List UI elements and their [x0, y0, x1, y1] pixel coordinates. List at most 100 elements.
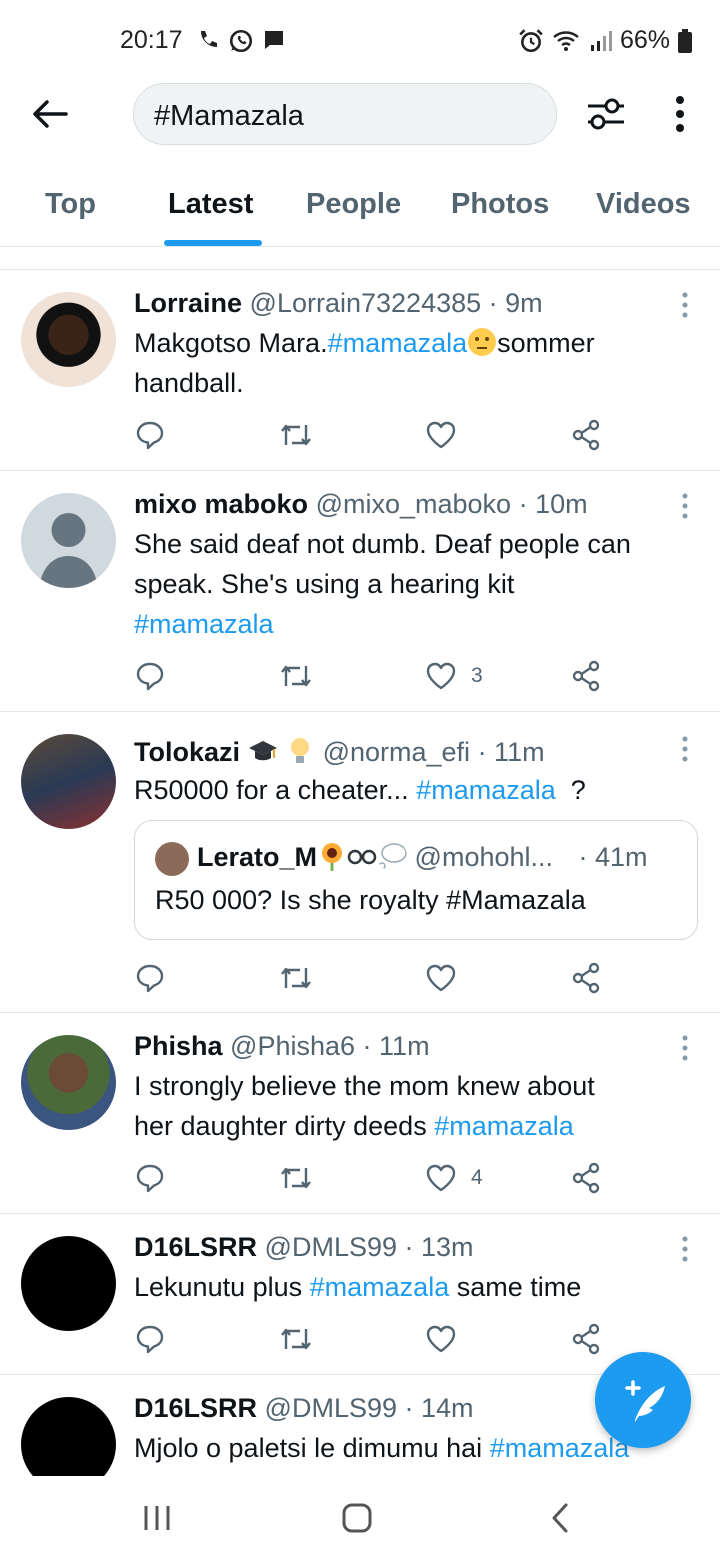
like-icon[interactable] [425, 419, 457, 451]
tweet-text-part: Lekunutu plus [134, 1272, 303, 1302]
tweet-author-name[interactable]: D16LSRR [134, 1232, 257, 1262]
avatar[interactable] [21, 734, 116, 829]
wifi-icon [553, 30, 579, 51]
tweet-menu-icon[interactable] [680, 1236, 690, 1262]
tweet-actions: 3 [134, 656, 614, 696]
tweet-text-part: handball. [134, 368, 244, 398]
reply-icon[interactable] [134, 1323, 166, 1355]
tweet-handle[interactable]: @DMLS99 [265, 1232, 397, 1262]
search-query: #Mamazala [154, 100, 304, 132]
tab-top[interactable]: Top [45, 188, 96, 221]
tweet-handle[interactable]: @Phisha6 [230, 1031, 355, 1061]
tweet-handle[interactable]: @DMLS99 [265, 1393, 397, 1423]
tweet[interactable]: Phisha @Phisha6 · 11m I strongly believe… [0, 1013, 720, 1213]
share-icon[interactable] [570, 1323, 602, 1355]
tweet-text-part: She said deaf not dumb. Deaf people can [134, 529, 631, 559]
tab-latest[interactable]: Latest [168, 188, 253, 221]
retweet-icon[interactable] [278, 1323, 314, 1355]
share-icon[interactable] [570, 419, 602, 451]
search-tabs: Top Latest People Photos Videos [0, 168, 720, 247]
avatar[interactable] [21, 1397, 116, 1476]
share-icon[interactable] [570, 660, 602, 692]
tweet-actions: 4 [134, 1158, 614, 1198]
filter-icon[interactable] [584, 94, 628, 134]
quote-handle: @mohohl... [414, 842, 554, 872]
tweet-time: · 11m [477, 737, 545, 767]
tweet[interactable]: D16LSRR @DMLS99 · 13m Lekunutu plus #mam… [0, 1214, 720, 1374]
avatar[interactable] [21, 292, 116, 387]
tab-photos[interactable]: Photos [451, 188, 549, 221]
like-icon[interactable] [425, 660, 457, 692]
recent-apps-icon[interactable] [142, 1504, 172, 1532]
quote-avatar [155, 841, 189, 876]
tweet-text-part: ? [570, 775, 586, 805]
share-icon[interactable] [570, 1162, 602, 1194]
wifi-call-icon [201, 31, 217, 47]
like-icon[interactable] [425, 962, 457, 994]
like-icon[interactable] [425, 1162, 457, 1194]
like-icon[interactable] [425, 1323, 457, 1355]
compose-tweet-button[interactable] [595, 1352, 691, 1448]
hashtag-link[interactable]: #mamazala [328, 328, 468, 358]
battery-percent: 66% [619, 26, 670, 54]
retweet-icon[interactable] [278, 962, 314, 994]
tweet-author-name[interactable]: D16LSRR [134, 1393, 257, 1423]
search-header: #Mamazala [0, 80, 720, 150]
tweet-text-part: same time [456, 1272, 582, 1302]
more-options-icon[interactable] [666, 94, 694, 134]
home-icon[interactable] [341, 1502, 373, 1534]
reply-icon[interactable] [134, 962, 166, 994]
tweet-time: · 11m [362, 1031, 430, 1061]
quote-time: · 41m [578, 842, 648, 872]
status-bar: 20:17 66% [0, 0, 720, 80]
tweet-handle[interactable]: @mixo_maboko [316, 489, 512, 519]
tweet[interactable]: mixo maboko @mixo_maboko · 10m She said … [0, 471, 720, 711]
tweet-menu-icon[interactable] [680, 493, 690, 519]
tweet[interactable]: Tolokazi @norma_efi · 11m R50000 for a c… [0, 712, 720, 1012]
share-icon[interactable] [570, 962, 602, 994]
tweet-menu-icon[interactable] [680, 292, 690, 318]
tab-videos[interactable]: Videos [596, 188, 691, 221]
tweet-text: Makgotso Mara.#mamazala sommer handball. [134, 323, 694, 403]
tweet-author-name[interactable]: Lorraine [134, 288, 242, 318]
hashtag-link[interactable]: #mamazala [310, 1272, 450, 1302]
message-icon [265, 31, 283, 49]
hashtag-link[interactable]: #mamazala [434, 1111, 574, 1141]
back-arrow-icon[interactable] [30, 94, 70, 134]
avatar[interactable] [21, 1236, 116, 1331]
tweet-time: · 14m [404, 1393, 474, 1423]
tweet-author-name[interactable]: mixo maboko [134, 489, 308, 519]
system-nav-bar [0, 1476, 720, 1560]
avatar[interactable] [21, 493, 116, 588]
quote-text: R50 000? Is she royalty #Mamazala [155, 885, 586, 915]
tweet-text-part: I strongly believe the mom knew about [134, 1071, 595, 1101]
tab-people[interactable]: People [306, 188, 401, 221]
hashtag-link[interactable]: #mamazala [416, 775, 556, 805]
tweet-author-name[interactable]: Tolokazi [134, 737, 240, 767]
tweet-text-part: her daughter dirty deeds [134, 1111, 427, 1141]
reply-icon[interactable] [134, 660, 166, 692]
hashtag-link[interactable]: #mamazala [134, 609, 274, 639]
avatar[interactable] [21, 1035, 116, 1130]
back-nav-icon[interactable] [548, 1502, 572, 1534]
retweet-icon[interactable] [278, 419, 314, 451]
like-count: 3 [471, 664, 483, 687]
tweet-text: I strongly believe the mom knew about her… [134, 1066, 694, 1146]
tweet-author-name[interactable]: Phisha [134, 1031, 223, 1061]
reply-icon[interactable] [134, 419, 166, 451]
tweet-handle[interactable]: @norma_efi [323, 737, 470, 767]
tweet-actions [134, 958, 614, 998]
retweet-icon[interactable] [278, 660, 314, 692]
tweet-menu-icon[interactable] [680, 1035, 690, 1061]
tweet[interactable]: Lorraine @Lorrain73224385 · 9m Makgotso … [0, 270, 720, 470]
tweet-text: R50000 for a cheater... #mamazala ? [134, 770, 694, 810]
tweet-text-part: speak. She's using a hearing kit [134, 569, 515, 599]
retweet-icon[interactable] [278, 1162, 314, 1194]
tweet-menu-icon[interactable] [680, 736, 690, 762]
quoted-tweet[interactable]: Lerato_M @mohohl... · 41m R50 000? Is sh… [134, 820, 698, 940]
glasses-emoji-icon [347, 849, 377, 865]
search-input[interactable]: #Mamazala [133, 83, 557, 145]
tweet-text: Lekunutu plus #mamazala same time [134, 1267, 694, 1307]
reply-icon[interactable] [134, 1162, 166, 1194]
tweet-handle[interactable]: @Lorrain73224385 [250, 288, 482, 318]
